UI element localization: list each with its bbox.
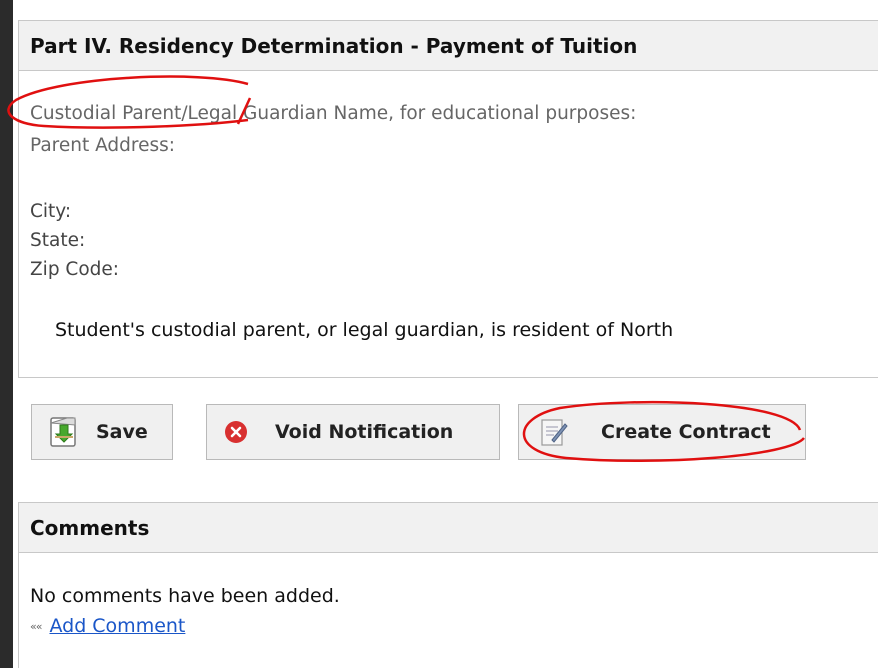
residency-panel-title: Part IV. Residency Determination - Payme… bbox=[19, 21, 878, 71]
create-contract-label: Create Contract bbox=[601, 421, 771, 443]
comments-panel: Comments No comments have been added. ««… bbox=[18, 502, 878, 668]
add-comment-row: «« Add Comment bbox=[30, 615, 185, 637]
double-chevron-icon: «« bbox=[30, 619, 43, 633]
save-document-icon bbox=[46, 414, 82, 450]
create-contract-button[interactable]: Create Contract bbox=[518, 404, 806, 460]
comments-panel-body: No comments have been added. «« Add Comm… bbox=[19, 553, 878, 667]
save-button[interactable]: Save bbox=[31, 404, 173, 460]
red-x-circle-icon bbox=[223, 419, 249, 445]
state-label: State: bbox=[30, 230, 86, 251]
contract-pen-icon bbox=[537, 415, 571, 449]
guardian-name-label: Custodial Parent/Legal Guardian Name, fo… bbox=[30, 103, 637, 124]
residency-panel-body: Custodial Parent/Legal Guardian Name, fo… bbox=[19, 71, 878, 377]
void-notification-button[interactable]: Void Notification bbox=[206, 404, 500, 460]
residency-panel: Part IV. Residency Determination - Payme… bbox=[18, 20, 878, 378]
zip-code-label: Zip Code: bbox=[30, 259, 120, 280]
city-label: City: bbox=[30, 201, 72, 222]
parent-address-label: Parent Address: bbox=[30, 135, 176, 156]
comments-panel-title: Comments bbox=[19, 503, 878, 553]
add-comment-link[interactable]: Add Comment bbox=[49, 615, 185, 637]
save-button-label: Save bbox=[96, 421, 148, 443]
residency-statement: Student's custodial parent, or legal gua… bbox=[55, 319, 674, 341]
void-notification-label: Void Notification bbox=[275, 421, 454, 443]
no-comments-message: No comments have been added. bbox=[30, 585, 340, 607]
